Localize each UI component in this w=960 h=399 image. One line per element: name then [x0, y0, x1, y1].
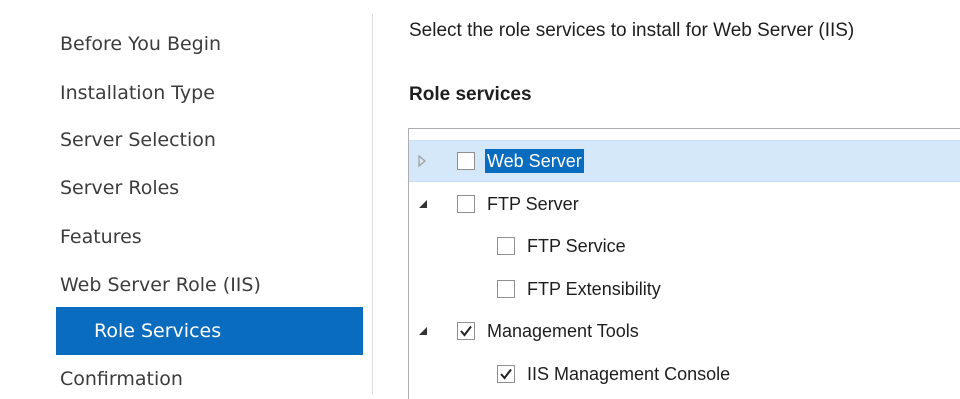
triangle-right-icon[interactable] [415, 154, 429, 168]
nav-item-features[interactable]: Features [60, 222, 142, 252]
checkmark-icon [500, 368, 512, 380]
nav-item-server-selection[interactable]: Server Selection [60, 125, 216, 155]
management-tools-checkbox[interactable] [457, 322, 475, 340]
triangle-down-right-icon[interactable] [416, 197, 430, 211]
web-server-checkbox[interactable] [457, 152, 475, 170]
tree-row-ftp-server[interactable]: FTP Server [409, 184, 960, 224]
nav-item-role-services[interactable]: Role Services [56, 307, 363, 355]
tree-label-ftp-extensibility: FTP Extensibility [527, 279, 661, 299]
triangle-down-right-icon[interactable] [416, 324, 430, 338]
ftp-extensibility-checkbox[interactable] [497, 280, 515, 298]
tree-label-iis-management-console: IIS Management Console [527, 364, 731, 384]
tree-label-ftp-server: FTP Server [487, 194, 579, 214]
nav-item-web-server-role[interactable]: Web Server Role (IIS) [60, 270, 261, 300]
main-panel: Select the role services to install for … [373, 0, 960, 399]
tree-row-web-server[interactable]: Web Server [409, 140, 960, 182]
wizard-nav: Before You Begin Installation Type Serve… [0, 0, 372, 394]
tree-row-management-tools[interactable]: Management Tools [409, 311, 960, 351]
nav-item-server-roles[interactable]: Server Roles [60, 173, 179, 203]
nav-item-installation-type[interactable]: Installation Type [60, 78, 215, 108]
tree-label-management-tools: Management Tools [487, 321, 639, 341]
iis-management-console-checkbox[interactable] [497, 365, 515, 383]
ftp-service-checkbox[interactable] [497, 237, 515, 255]
nav-item-before-you-begin[interactable]: Before You Begin [60, 29, 221, 59]
ftp-server-checkbox[interactable] [457, 195, 475, 213]
nav-item-confirmation[interactable]: Confirmation [60, 364, 183, 394]
tree-row-iis-management-console[interactable]: IIS Management Console [409, 354, 960, 394]
tree-label-ftp-service: FTP Service [527, 236, 626, 256]
role-services-heading: Role services [409, 84, 532, 105]
tree-label-web-server: Web Server [485, 149, 584, 173]
tree-row-ftp-extensibility[interactable]: FTP Extensibility [409, 269, 960, 309]
instruction-text: Select the role services to install for … [409, 20, 855, 41]
role-services-tree[interactable]: Web Server FTP Server FTP Service FTP Ex… [408, 128, 960, 399]
checkmark-icon [460, 325, 472, 337]
tree-row-ftp-service[interactable]: FTP Service [409, 226, 960, 266]
